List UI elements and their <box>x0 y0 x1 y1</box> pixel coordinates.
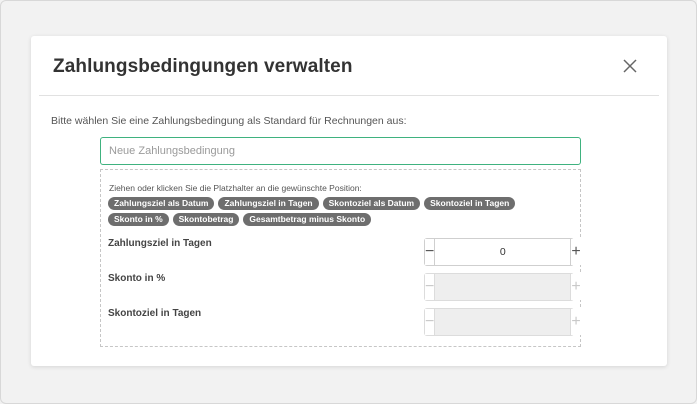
intro-text: Bitte wählen Sie eine Zahlungsbedingung … <box>51 115 407 127</box>
field-label-skonto: Skonto in % <box>108 273 166 284</box>
placeholder-panel: Ziehen oder klicken Sie die Platzhalter … <box>100 169 581 347</box>
chip-skonto-prozent[interactable]: Skonto in % <box>108 213 169 226</box>
dialog-title: Zahlungsbedingungen verwalten <box>53 56 353 77</box>
payment-term-name-input[interactable] <box>100 137 581 165</box>
skontoziel-input[interactable] <box>435 309 571 335</box>
zahlungsziel-input[interactable] <box>435 239 571 265</box>
dialog-header: Zahlungsbedingungen verwalten <box>39 36 659 96</box>
chip-zahlungsziel-datum[interactable]: Zahlungsziel als Datum <box>108 197 215 210</box>
field-label-zahlungsziel: Zahlungsziel in Tagen <box>108 238 212 249</box>
field-label-skontoziel: Skontoziel in Tagen <box>108 308 202 319</box>
placeholder-chips: Zahlungsziel als Datum Zahlungsziel in T… <box>108 197 576 226</box>
skontoziel-stepper: − + <box>424 308 581 336</box>
chip-gesamtbetrag-minus-skonto[interactable]: Gesamtbetrag minus Skonto <box>243 213 372 226</box>
skonto-input[interactable] <box>435 274 571 300</box>
chip-zahlungsziel-tage[interactable]: Zahlungsziel in Tagen <box>218 197 319 210</box>
payment-terms-dialog: Zahlungsbedingungen verwalten Bitte wähl… <box>31 36 667 366</box>
chip-skontobetrag[interactable]: Skontobetrag <box>172 213 240 226</box>
skontoziel-decrement-button[interactable]: − <box>425 309 436 335</box>
skonto-decrement-button[interactable]: − <box>425 274 436 300</box>
zahlungsziel-decrement-button[interactable]: − <box>425 239 436 265</box>
chip-skontoziel-tage[interactable]: Skontoziel in Tagen <box>424 197 516 210</box>
close-icon[interactable] <box>621 57 639 75</box>
chip-skontoziel-datum[interactable]: Skontoziel als Datum <box>322 197 421 210</box>
skontoziel-increment-button[interactable]: + <box>570 309 581 335</box>
zahlungsziel-stepper: − + <box>424 238 581 266</box>
placeholder-hint: Ziehen oder klicken Sie die Platzhalter … <box>109 183 362 193</box>
skonto-increment-button[interactable]: + <box>570 274 581 300</box>
skonto-stepper: − + <box>424 273 581 301</box>
zahlungsziel-increment-button[interactable]: + <box>570 239 581 265</box>
